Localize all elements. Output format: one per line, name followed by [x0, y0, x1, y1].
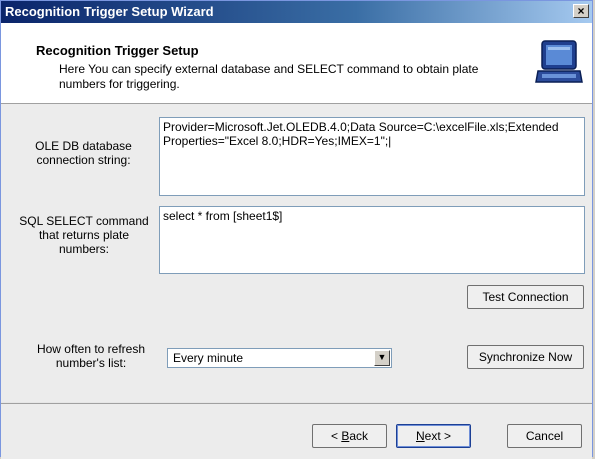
connection-string-input[interactable]: Provider=Microsoft.Jet.OLEDB.4.0;Data So… [159, 117, 585, 196]
synchronize-now-button[interactable]: Synchronize Now [467, 345, 584, 369]
refresh-interval-label: How often to refresh number's list: [36, 342, 146, 370]
back-label: ack [349, 429, 369, 443]
next-label: ext > [424, 429, 452, 443]
wizard-footer [1, 403, 592, 459]
close-icon: × [577, 4, 585, 18]
wizard-header: Recognition Trigger Setup Here You can s… [1, 23, 592, 104]
cancel-button[interactable]: Cancel [507, 424, 582, 448]
back-button[interactable]: < Back [312, 424, 387, 448]
refresh-interval-value: Every minute [173, 351, 244, 365]
laptop-icon [535, 40, 583, 83]
title-bar[interactable]: Recognition Trigger Setup Wizard × [1, 1, 592, 23]
close-button[interactable]: × [573, 4, 589, 18]
sql-select-input[interactable]: select * from [sheet1$] [159, 206, 585, 274]
next-button[interactable]: Next > [396, 424, 471, 448]
back-prefix: < [330, 429, 342, 443]
connection-string-label: OLE DB database connection string: [35, 139, 132, 167]
test-connection-button[interactable]: Test Connection [467, 285, 584, 309]
wizard-window: Recognition Trigger Setup Wizard × Recog… [0, 0, 593, 459]
page-description: Here You can specify external database a… [59, 62, 479, 91]
refresh-interval-select[interactable]: Every minute ▼ [167, 348, 392, 368]
next-accelerator: N [415, 429, 425, 443]
page-title: Recognition Trigger Setup [36, 43, 199, 58]
chevron-down-icon[interactable]: ▼ [374, 350, 390, 366]
window-title: Recognition Trigger Setup Wizard [5, 4, 214, 19]
sql-select-label: SQL SELECT command that returns plate nu… [19, 214, 149, 256]
